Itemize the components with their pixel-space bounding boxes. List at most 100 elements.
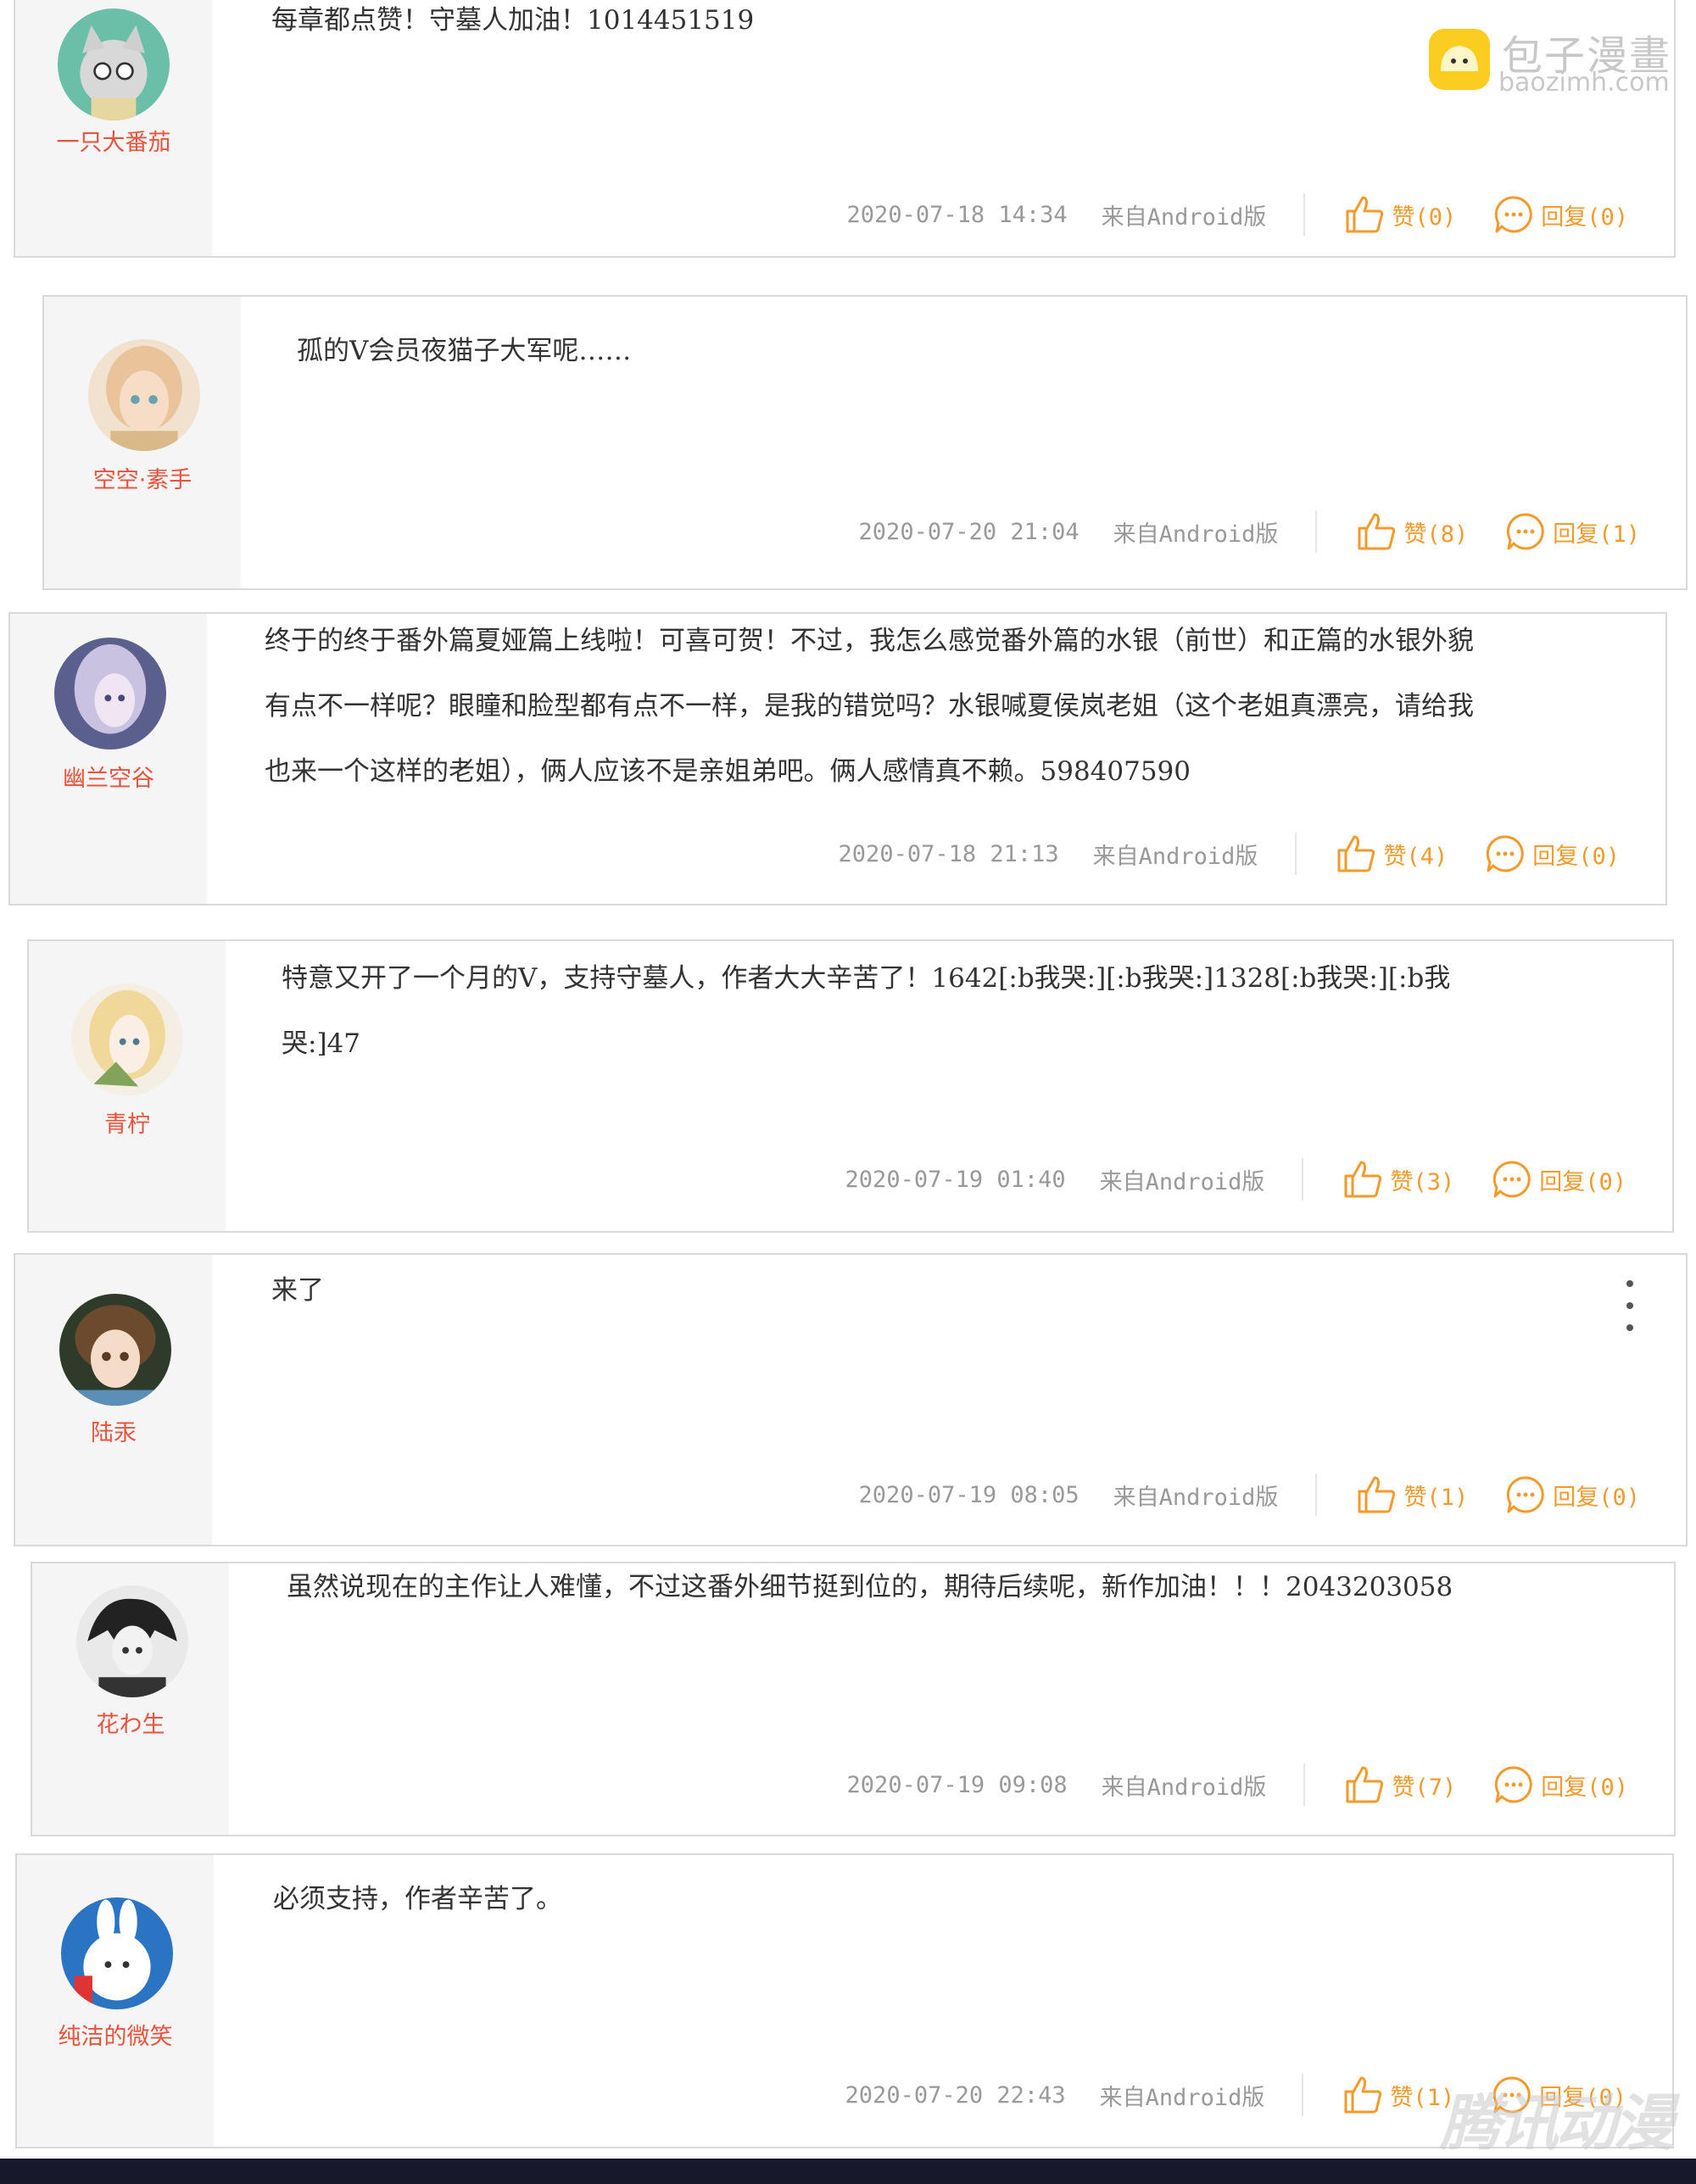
more-options-button[interactable]	[1621, 1280, 1638, 1331]
comment-source: 来自Android版	[1099, 1168, 1265, 1195]
more-dot-icon	[1626, 1324, 1633, 1331]
comment-meta: 2020-07-18 14:34 来自Android版 赞(0) 回复(0)	[847, 193, 1674, 236]
divider	[1295, 833, 1297, 875]
like-count: 赞(0)	[1392, 203, 1457, 231]
thumbs-up-icon	[1344, 1161, 1382, 1198]
avatar-image	[71, 983, 183, 1095]
comment-source: 来自Android版	[1099, 2084, 1265, 2111]
bottom-bar	[0, 2159, 1696, 2184]
reply-count: 回复(0)	[1541, 1774, 1628, 1801]
like-button[interactable]: 赞(1)	[1354, 1473, 1468, 1517]
divider	[1303, 193, 1306, 236]
like-count: 赞(7)	[1392, 1774, 1457, 1801]
comment-date: 2020-07-19 01:40	[845, 1166, 1066, 1193]
reply-button[interactable]: 回复(0)	[1492, 1763, 1628, 1807]
avatar[interactable]	[71, 983, 183, 1095]
reply-bubble-icon	[1493, 1161, 1531, 1198]
comment-date: 2020-07-20 22:43	[845, 2081, 1066, 2109]
reply-count: 回复(0)	[1532, 843, 1620, 870]
divider	[1302, 2074, 1304, 2116]
watermark-url: baozimh.com	[1498, 68, 1670, 98]
comment-card: 花わ生 虽然说现在的主作让人难懂，不过这番外细节挺到位的，期待后续呢，新作加油！…	[31, 1562, 1676, 1836]
avatar-image	[54, 638, 166, 749]
reply-count: 回复(0)	[1553, 1484, 1640, 1511]
thumbs-up-icon	[1337, 835, 1375, 872]
comment-card: 陆汞 来了 2020-07-19 08:05 来自Android版 赞(1) 回…	[14, 1253, 1688, 1546]
comment-card: 空空·素手 孤的V会员夜猫子大军呢…… 2020-07-20 21:04 来自A…	[42, 295, 1688, 590]
comment-card: 幽兰空谷 终于的终于番外篇夏娅篇上线啦！可喜可贺！不过，我怎么感觉番外篇的水银（…	[8, 612, 1667, 905]
username-link[interactable]: 一只大番茄	[15, 124, 212, 157]
username-link[interactable]: 青柠	[29, 1106, 226, 1139]
more-dot-icon	[1626, 1302, 1633, 1309]
reply-bubble-icon	[1487, 835, 1524, 872]
reply-button[interactable]: 回复(0)	[1492, 192, 1628, 237]
reply-button[interactable]: 回复(0)	[1504, 1473, 1640, 1517]
avatar-column: 花わ生	[32, 1563, 229, 1835]
thumbs-up-icon	[1344, 2076, 1382, 2114]
comment-text: 来了	[271, 1275, 324, 1306]
like-button[interactable]: 赞(7)	[1342, 1763, 1456, 1807]
comment-date: 2020-07-20 21:04	[858, 518, 1080, 545]
comment-date: 2020-07-19 08:05	[858, 1481, 1080, 1508]
bun-logo-icon	[1429, 29, 1490, 90]
divider	[1302, 1158, 1304, 1201]
comment-card: 一只大番茄 每章都点赞！守墓人加油！1014451519 2020-07-18 …	[14, 0, 1676, 258]
avatar-column: 幽兰空谷	[10, 614, 207, 904]
corner-watermark: 腾讯动漫	[1439, 2087, 1674, 2159]
divider	[1315, 1474, 1318, 1516]
thumbs-up-icon	[1358, 1476, 1396, 1513]
comment-text: 孤的V会员夜猫子大军呢……	[297, 336, 632, 366]
reply-count: 回复(0)	[1541, 203, 1628, 231]
like-count: 赞(8)	[1403, 521, 1469, 548]
thumbs-up-icon	[1358, 513, 1396, 550]
avatar[interactable]	[58, 8, 170, 120]
comment-meta: 2020-07-19 01:40 来自Android版 赞(3) 回复(0)	[845, 1158, 1672, 1201]
avatar-column: 一只大番茄	[15, 0, 212, 256]
comment-meta: 2020-07-18 21:13 来自Android版 赞(4) 回复(0)	[839, 833, 1665, 875]
reply-button[interactable]: 回复(0)	[1483, 832, 1620, 876]
avatar-image	[76, 1585, 188, 1697]
comment-meta: 2020-07-19 09:08 来自Android版 赞(7) 回复(0)	[847, 1763, 1674, 1806]
avatar[interactable]	[59, 1294, 171, 1406]
comment-source: 来自Android版	[1101, 203, 1267, 231]
avatar[interactable]	[76, 1585, 188, 1697]
like-count: 赞(1)	[1403, 1484, 1469, 1511]
reply-count: 回复(1)	[1553, 521, 1640, 548]
like-button[interactable]: 赞(3)	[1341, 1157, 1454, 1201]
comment-text: 终于的终于番外篇夏娅篇上线啦！可喜可贺！不过，我怎么感觉番外篇的水银（前世）和正…	[265, 626, 1474, 787]
like-button[interactable]: 赞(8)	[1354, 510, 1468, 554]
like-button[interactable]: 赞(0)	[1342, 192, 1456, 237]
avatar[interactable]	[54, 638, 166, 749]
like-button[interactable]: 赞(4)	[1334, 832, 1448, 876]
avatar[interactable]	[88, 339, 200, 451]
avatar-image	[88, 339, 200, 451]
avatar-image	[61, 1897, 173, 2009]
avatar-column: 纯洁的微笑	[17, 1855, 214, 2147]
username-link[interactable]: 陆汞	[15, 1414, 212, 1447]
username-link[interactable]: 纯洁的微笑	[17, 2018, 214, 2051]
avatar-column: 陆汞	[15, 1255, 212, 1545]
comment-meta: 2020-07-20 21:04 来自Android版 赞(8) 回复(1)	[859, 510, 1686, 553]
comment-source: 来自Android版	[1113, 521, 1279, 548]
divider	[1303, 1763, 1306, 1806]
comment-text: 必须支持，作者辛苦了。	[273, 1884, 562, 1914]
username-link[interactable]: 空空·素手	[44, 461, 241, 494]
reply-bubble-icon	[1507, 513, 1544, 550]
avatar-column: 空空·素手	[44, 297, 241, 588]
reply-button[interactable]: 回复(0)	[1490, 1157, 1626, 1201]
reply-button[interactable]: 回复(1)	[1504, 510, 1640, 554]
reply-bubble-icon	[1495, 1766, 1532, 1803]
username-link[interactable]: 幽兰空谷	[10, 760, 207, 793]
like-button[interactable]: 赞(1)	[1341, 2073, 1454, 2117]
reply-bubble-icon	[1507, 1476, 1544, 1513]
comment-date: 2020-07-18 14:34	[846, 201, 1068, 228]
reply-bubble-icon	[1495, 196, 1532, 233]
like-count: 赞(4)	[1383, 843, 1448, 870]
thumbs-up-icon	[1346, 196, 1384, 233]
username-link[interactable]: 花わ生	[32, 1706, 229, 1739]
avatar[interactable]	[61, 1897, 173, 2009]
comment-source: 来自Android版	[1101, 1774, 1267, 1801]
comment-card: 纯洁的微笑 必须支持，作者辛苦了。 2020-07-20 22:43 来自And…	[15, 1853, 1674, 2148]
comment-source: 来自Android版	[1113, 1484, 1279, 1511]
comment-date: 2020-07-18 21:13	[838, 840, 1059, 867]
